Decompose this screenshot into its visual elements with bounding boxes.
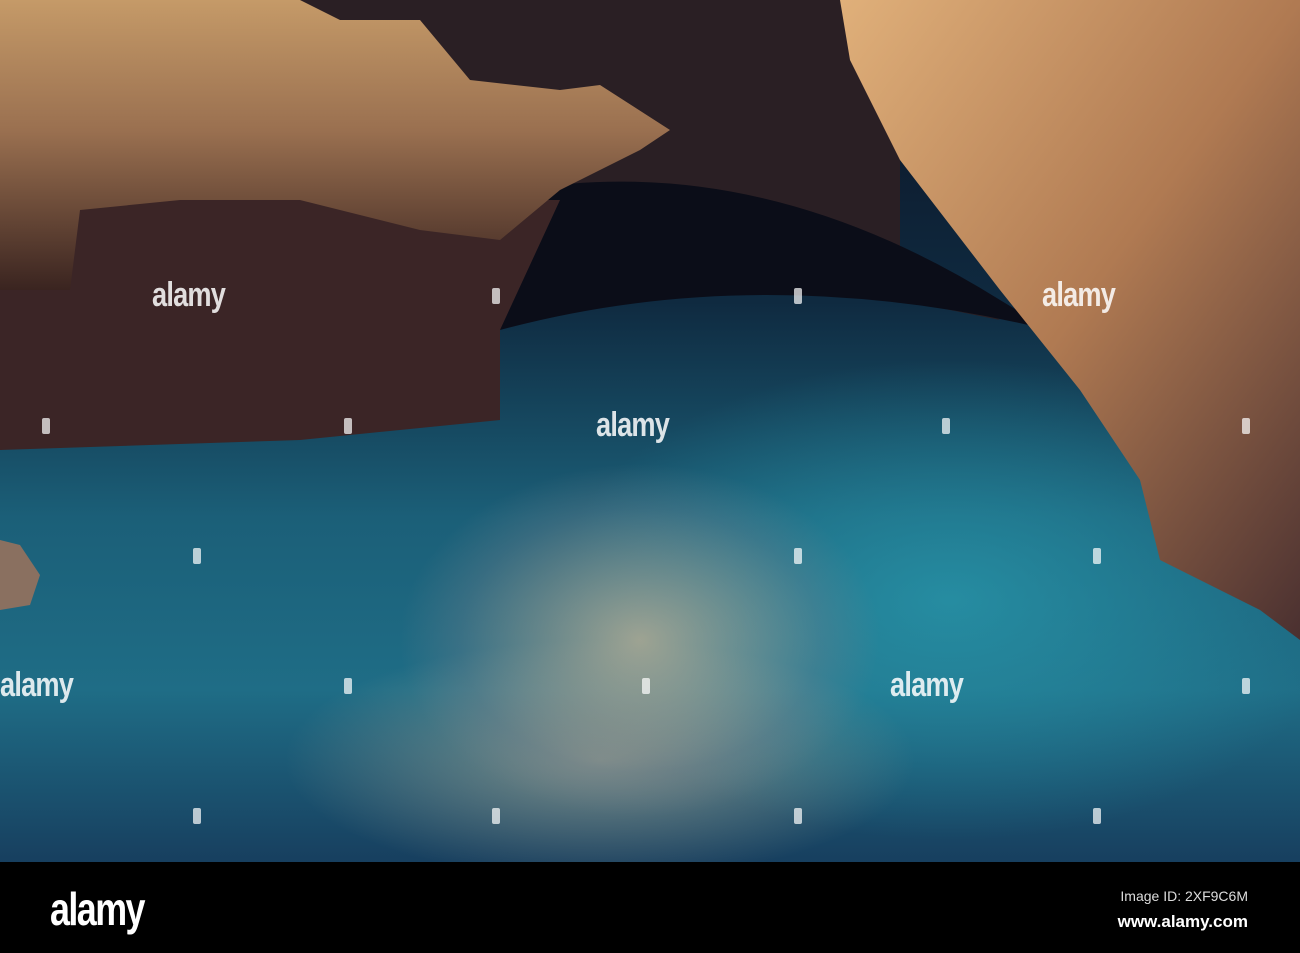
small-left-rock: [0, 540, 40, 610]
watermark-mark: [1093, 808, 1101, 824]
footer-bar: alamy Image ID: 2XF9C6M www.alamy.com: [0, 862, 1300, 953]
watermark-mark: [42, 418, 50, 434]
image-id: Image ID: 2XF9C6M: [1120, 888, 1248, 904]
watermark-mark: [1093, 548, 1101, 564]
left-rock-underside: [0, 200, 560, 450]
stock-photo: alamy alamy alamy alamy alamy alamy Imag…: [0, 0, 1300, 953]
watermark-mark: [193, 548, 201, 564]
right-rock: [840, 0, 1300, 640]
watermark: alamy: [0, 666, 74, 704]
watermark-mark: [1242, 418, 1250, 434]
alamy-logo: alamy: [50, 883, 146, 935]
watermark-mark: [492, 808, 500, 824]
watermark-mark: [344, 418, 352, 434]
watermark-mark: [642, 678, 650, 694]
watermark-mark: [1242, 678, 1250, 694]
sea-cave-photo: alamy alamy alamy alamy alamy: [0, 0, 1300, 862]
watermark-mark: [942, 418, 950, 434]
watermark-mark: [492, 288, 500, 304]
website-link[interactable]: www.alamy.com: [1118, 912, 1248, 932]
watermark: alamy: [596, 406, 670, 444]
watermark-mark: [794, 808, 802, 824]
watermark-mark: [794, 288, 802, 304]
watermark: alamy: [1042, 276, 1116, 314]
watermark-mark: [794, 548, 802, 564]
watermark: alamy: [890, 666, 964, 704]
watermark-mark: [344, 678, 352, 694]
watermark: alamy: [152, 276, 226, 314]
watermark-mark: [193, 808, 201, 824]
